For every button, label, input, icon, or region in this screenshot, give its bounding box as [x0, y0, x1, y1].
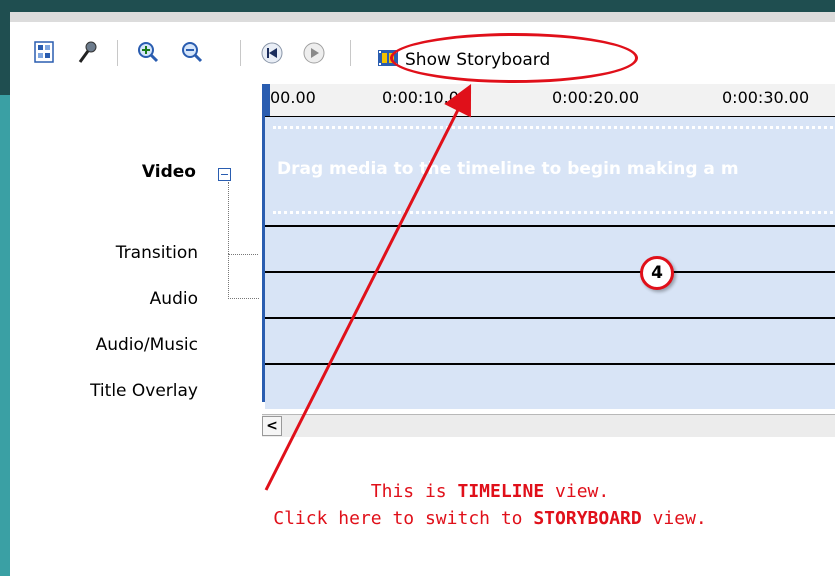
annotation-caption: This is TIMELINE view. Click here to swi… [273, 481, 707, 529]
step-number-badge: 4 [640, 256, 674, 290]
